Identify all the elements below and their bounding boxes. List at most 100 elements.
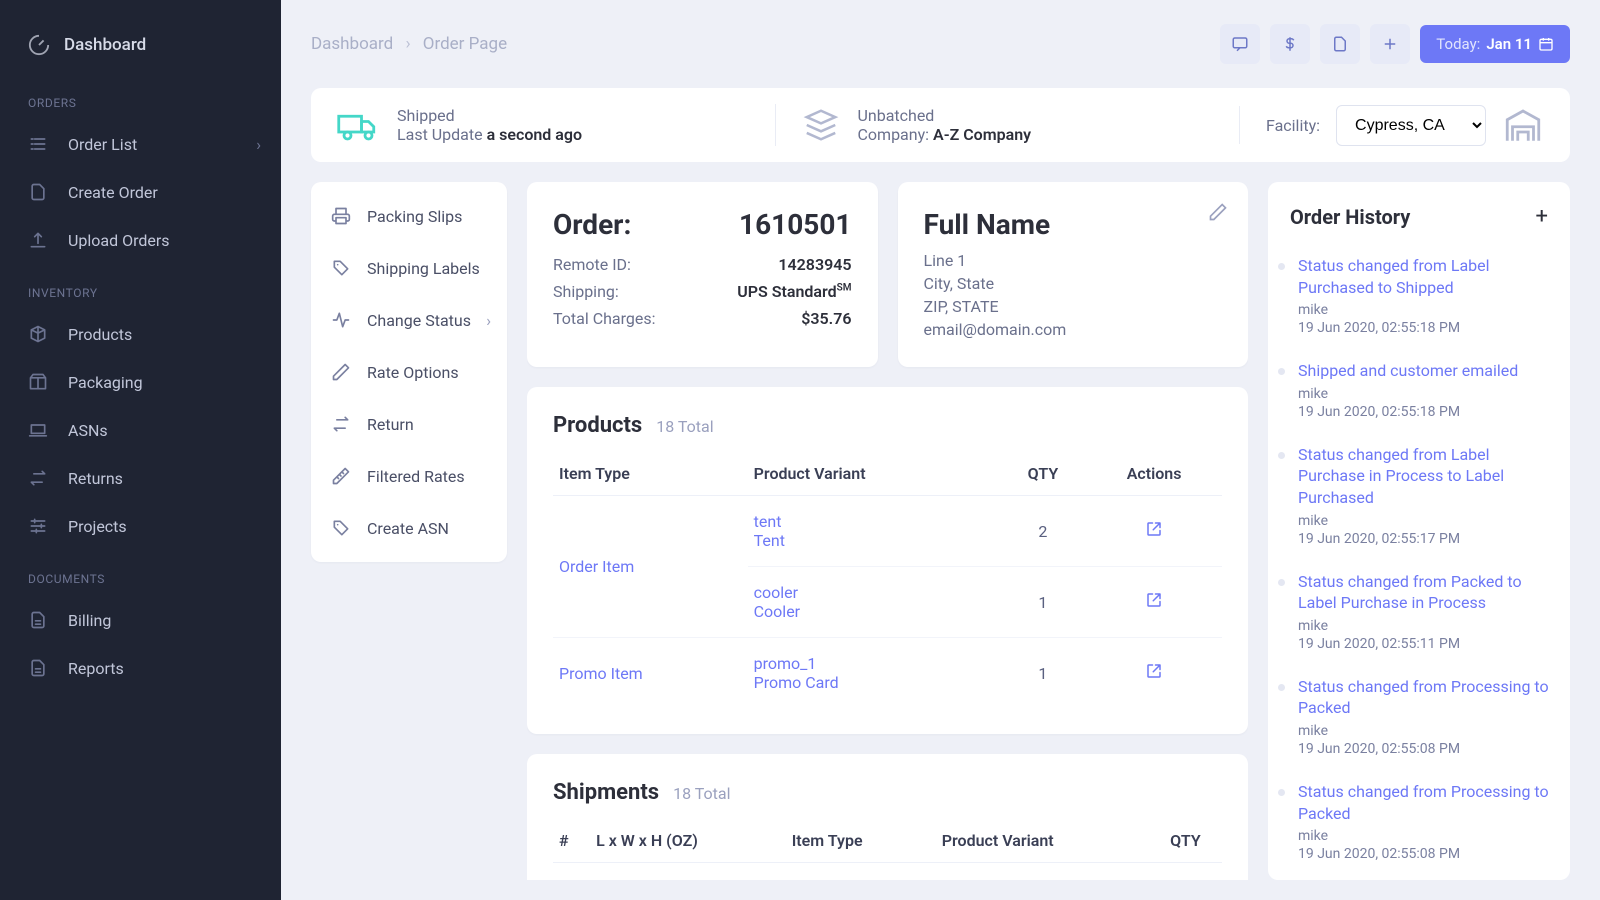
shipment-sku[interactable]: cooler	[942, 879, 1143, 880]
warehouse-icon	[1502, 104, 1544, 146]
dollar-icon	[1281, 35, 1299, 53]
history-text: Shipped and customer emailed	[1298, 360, 1552, 382]
products-total: 18 Total	[656, 417, 713, 436]
nav-projects[interactable]: Projects	[0, 502, 281, 550]
history-item: Shipping method changed tomike19 Jun 202…	[1294, 874, 1552, 880]
history-user: mike	[1298, 723, 1552, 739]
customer-card: Full Name Line 1City, StateZIP, STATEema…	[898, 182, 1249, 367]
actions-menu: Packing SlipsShipping LabelsChange Statu…	[311, 182, 507, 562]
section-label: DOCUMENTS	[0, 550, 281, 596]
today-pill[interactable]: Today: Jan 11	[1420, 25, 1570, 63]
action-shipping-labels[interactable]: Shipping Labels	[311, 242, 507, 294]
customer-line: Line 1	[924, 249, 1223, 272]
history-text: Status changed from Processing to Packed	[1298, 781, 1552, 824]
products-title: Products	[553, 413, 642, 438]
history-date: 19 Jun 2020, 02:55:17 PM	[1298, 531, 1552, 547]
history-item: Status changed from Label Purchase in Pr…	[1294, 432, 1552, 559]
breadcrumb-root[interactable]: Dashboard	[311, 34, 393, 54]
status-title: Shipped	[397, 106, 582, 125]
product-sku[interactable]: cooler	[754, 583, 994, 602]
chat-button[interactable]	[1220, 24, 1260, 64]
nav-returns[interactable]: Returns	[0, 454, 281, 502]
history-text: Status changed from Label Purchase in Pr…	[1298, 444, 1552, 509]
action-packing-slips[interactable]: Packing Slips	[311, 190, 507, 242]
history-item: Status changed from Label Purchased to S…	[1294, 243, 1552, 348]
history-title: Order History	[1290, 205, 1410, 229]
open-external-button[interactable]	[1145, 591, 1163, 609]
history-add-button[interactable]: +	[1536, 204, 1548, 229]
history-date: 19 Jun 2020, 02:55:18 PM	[1298, 320, 1552, 336]
history-date: 19 Jun 2020, 02:55:08 PM	[1298, 741, 1552, 757]
nav-upload-orders[interactable]: Upload Orders	[0, 216, 281, 264]
customer-line: ZIP, STATE	[924, 295, 1223, 318]
add-button[interactable]	[1370, 24, 1410, 64]
history-user: mike	[1298, 618, 1552, 634]
products-panel: Products 18 Total Item Type Product Vari…	[527, 387, 1248, 734]
action-create-asn[interactable]: Create ASN	[311, 502, 507, 554]
breadcrumb: Dashboard › Order Page	[311, 34, 507, 54]
history-date: 19 Jun 2020, 02:55:11 PM	[1298, 636, 1552, 652]
chevron-right-icon: ›	[256, 135, 261, 154]
shipments-title: Shipments	[553, 780, 659, 805]
edit-icon[interactable]	[1208, 202, 1228, 222]
history-text: Status changed from Label Purchased to S…	[1298, 255, 1552, 298]
product-name[interactable]: Promo Card	[754, 673, 994, 692]
history-user: mike	[1298, 302, 1552, 318]
history-text: Status changed from Processing to Packed	[1298, 676, 1552, 719]
order-number: 1610501	[739, 208, 851, 241]
history-date: 19 Jun 2020, 02:55:08 PM	[1298, 846, 1552, 862]
nav-asns[interactable]: ASNs	[0, 406, 281, 454]
money-button[interactable]	[1270, 24, 1310, 64]
history-item: Status changed from Processing to Packed…	[1294, 664, 1552, 769]
calendar-icon	[1538, 36, 1554, 52]
nav-billing[interactable]: Billing	[0, 596, 281, 644]
product-name[interactable]: Tent	[754, 531, 994, 550]
order-label: Order:	[553, 208, 631, 241]
gauge-icon	[28, 34, 50, 56]
action-return[interactable]: Return	[311, 398, 507, 450]
plus-icon	[1381, 35, 1399, 53]
nav-order-list[interactable]: Order List›	[0, 120, 281, 168]
customer-line: email@domain.com	[924, 318, 1223, 341]
nav-reports[interactable]: Reports	[0, 644, 281, 692]
history-user: mike	[1298, 828, 1552, 844]
open-external-button[interactable]	[1145, 520, 1163, 538]
product-qty: 2	[1000, 496, 1087, 567]
shipments-total: 18 Total	[673, 784, 730, 803]
doc-button[interactable]	[1320, 24, 1360, 64]
section-label: ORDERS	[0, 74, 281, 120]
layers-icon	[802, 106, 840, 144]
history-user: mike	[1298, 386, 1552, 402]
product-sku[interactable]: tent	[754, 512, 994, 531]
open-external-button[interactable]	[1145, 662, 1163, 680]
action-filtered-rates[interactable]: Filtered Rates	[311, 450, 507, 502]
today-value: Jan 11	[1486, 35, 1532, 53]
nav-packaging[interactable]: Packaging	[0, 358, 281, 406]
customer-line: City, State	[924, 272, 1223, 295]
history-item: Status changed from Packed to Label Purc…	[1294, 559, 1552, 664]
section-label: INVENTORY	[0, 264, 281, 310]
shipments-panel: Shipments 18 Total # L x W x H (OZ) Item…	[527, 754, 1248, 880]
order-card: Order: 1610501 Remote ID:14283945Shippin…	[527, 182, 878, 367]
nav-create-order[interactable]: Create Order	[0, 168, 281, 216]
brand[interactable]: Dashboard	[0, 22, 281, 74]
chat-icon	[1231, 35, 1249, 53]
nav-products[interactable]: Products	[0, 310, 281, 358]
history-item: Status changed from Processing to Packed…	[1294, 769, 1552, 874]
table-row: Promo Itempromo_1Promo Card1	[553, 638, 1222, 709]
product-sku[interactable]: promo_1	[754, 654, 994, 673]
breadcrumb-current: Order Page	[423, 34, 507, 54]
product-qty: 1	[1000, 638, 1087, 709]
today-label: Today:	[1436, 35, 1480, 53]
status-bar: Shipped Last Update a second ago Unbatch…	[311, 88, 1570, 162]
product-qty: 1	[1000, 567, 1087, 638]
history-item: Shipped and customer emailed mike 19 Jun 2…	[1294, 348, 1552, 432]
action-rate-options[interactable]: Rate Options	[311, 346, 507, 398]
history-date: 19 Jun 2020, 02:55:18 PM	[1298, 404, 1552, 420]
facility-select[interactable]: Cypress, CA	[1336, 105, 1486, 146]
truck-icon	[337, 104, 379, 146]
action-change-status[interactable]: Change Status›	[311, 294, 507, 346]
product-name[interactable]: Cooler	[754, 602, 994, 621]
history-text: Status changed from Packed to Label Purc…	[1298, 571, 1552, 614]
order-history-panel: Order History + Status changed from Labe…	[1268, 182, 1570, 880]
